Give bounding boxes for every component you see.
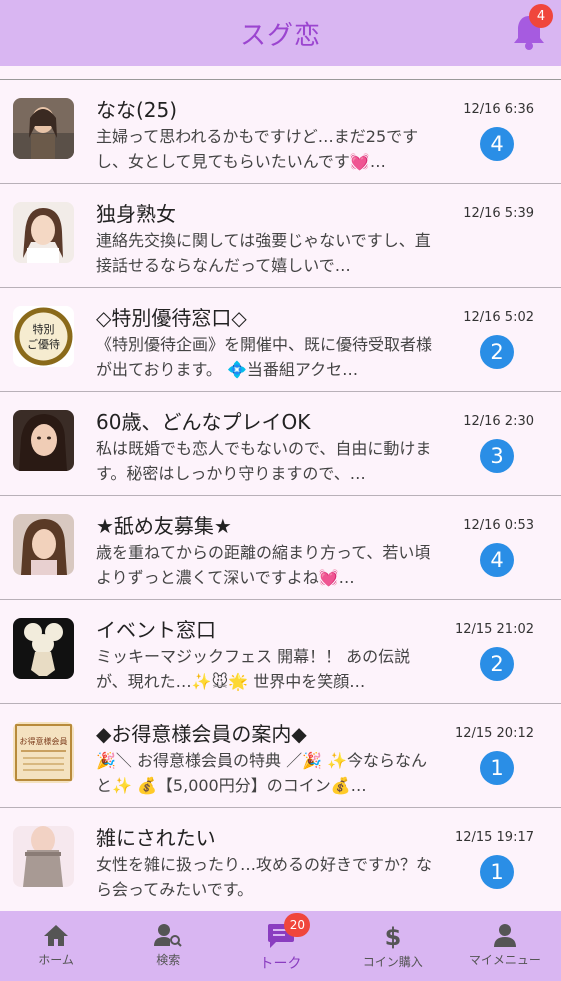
message-preview: 連絡先交換に関しては強要じゃないですし、直接話せるならなんだって嬉しいで…	[96, 231, 431, 275]
message-time: 12/16 0:53	[463, 518, 534, 533]
sender-name: 60歳、どんなプレイOK	[96, 410, 311, 434]
message-preview: 私は既婚でも恋人でもないので、自由に動けます。秘密はしっかり守りますので、…	[96, 439, 432, 483]
sender-name: なな(25)	[96, 98, 178, 122]
sender-name: 独身熟女	[96, 202, 176, 226]
message-time: 12/16 5:39	[463, 206, 534, 221]
woman-photo-avatar	[13, 98, 74, 159]
talk-unread-badge: 20	[284, 913, 311, 937]
unread-count-badge: 4	[480, 543, 514, 577]
tab-label: ホーム	[38, 953, 74, 967]
message-time: 12/15 19:17	[454, 830, 534, 845]
message-row[interactable]: 独身熟女 連絡先交換に関しては強要じゃないですし、直接話せるならなんだって嬉しい…	[0, 184, 561, 288]
message-row[interactable]: 雑にされたい 女性を雑に扱ったり…攻めるの好きですか？なら会ってみたいです。 1…	[0, 808, 561, 911]
tab-coin-purchase[interactable]: $ コイン購入	[337, 911, 449, 981]
message-preview: 🎉＼ お得意様会員の特典 ／🎉 ✨今ならなんと✨ 💰【5,000円分】のコイン💰…	[96, 751, 428, 795]
message-preview: 歳を重ねてからの距離の縮まり方って、若い頃よりずっと濃くて深いですよね💓…	[96, 543, 431, 587]
message-preview: 主婦って思われるかもですけど…まだ25ですし、女として見てもらいたいんです💓…	[96, 127, 419, 171]
unread-count-badge: 4	[480, 127, 514, 161]
svg-text:ご優待: ご優待	[27, 337, 60, 351]
tab-talk[interactable]: 20 トーク	[224, 911, 336, 981]
message-row[interactable]: 60歳、どんなプレイOK 私は既婚でも恋人でもないので、自由に動けます。秘密はし…	[0, 392, 561, 496]
message-preview: ミッキーマジックフェス 開幕！！ あの伝説が、現れた…✨🐭🌟 世界中を笑顔…	[96, 647, 411, 691]
sender-name: イベント窓口	[96, 618, 216, 642]
notification-bell-button[interactable]: 4	[511, 4, 553, 52]
sender-name: ◆お得意様会員の案内◆	[96, 722, 307, 746]
sender-name: 雑にされたい	[96, 826, 216, 850]
message-preview: 《特別優待企画》を開催中、既に優待受取者様が出ております。 💠当番組アクセ…	[96, 335, 433, 379]
message-list[interactable]: なな(25) 主婦って思われるかもですけど…まだ25ですし、女として見てもらいた…	[0, 66, 561, 911]
unread-count-badge: 1	[480, 855, 514, 889]
message-row[interactable]: なな(25) 主婦って思われるかもですけど…まだ25ですし、女として見てもらいた…	[0, 80, 561, 184]
sender-name: ◇特別優待窓口◇	[96, 306, 247, 330]
unread-count-badge: 3	[480, 439, 514, 473]
message-time: 12/16 5:02	[463, 310, 534, 325]
message-row[interactable]: ★舐め友募集★ 歳を重ねてからの距離の縮まり方って、若い頃よりずっと濃くて深いで…	[0, 496, 561, 600]
woman-photo-avatar	[13, 826, 74, 887]
notification-badge: 4	[529, 4, 553, 28]
user-icon	[493, 924, 516, 947]
dollar-icon: $	[384, 923, 401, 949]
tab-label: 検索	[156, 953, 181, 967]
vip-member-card: お得意様会員	[13, 722, 74, 783]
woman-photo-avatar	[13, 202, 74, 263]
unread-count-badge: 2	[480, 335, 514, 369]
special-offer-seal: 特別 ご優待	[13, 306, 74, 367]
message-row[interactable]: お得意様会員 ◆お得意様会員の案内◆ 🎉＼ お得意様会員の特典 ／🎉 ✨今ならな…	[0, 704, 561, 808]
message-time: 12/16 2:30	[463, 414, 534, 429]
app-title: スグ恋	[239, 20, 321, 51]
message-row[interactable]: 特別 ご優待 ◇特別優待窓口◇ 《特別優待企画》を開催中、既に優待受取者様が出て…	[0, 288, 561, 392]
message-preview: 女性を雑に扱ったり…攻めるの好きですか？なら会ってみたいです。	[96, 855, 433, 899]
tab-home[interactable]: ホーム	[0, 911, 112, 981]
tab-label: コイン購入	[362, 955, 423, 969]
home-icon	[44, 925, 69, 946]
app-header: スグ恋 4	[0, 0, 561, 66]
tab-label: トーク	[259, 956, 302, 972]
svg-text:お得意様会員: お得意様会員	[20, 736, 68, 746]
woman-photo-avatar	[13, 514, 74, 575]
unread-count-badge: 2	[480, 647, 514, 681]
message-time: 12/15 21:02	[454, 622, 534, 637]
unread-count-badge: 1	[480, 751, 514, 785]
message-time: 12/16 6:36	[463, 102, 534, 117]
svg-text:特別: 特別	[33, 322, 55, 336]
mickey-figure-avatar	[13, 618, 74, 679]
message-time: 12/15 20:12	[454, 726, 534, 741]
tab-label: マイメニュー	[468, 953, 541, 967]
woman-photo-avatar	[13, 410, 74, 471]
tab-search[interactable]: 検索	[112, 911, 224, 981]
sender-name: ★舐め友募集★	[96, 514, 232, 538]
user-search-icon	[154, 924, 183, 947]
message-row[interactable]: イベント窓口 ミッキーマジックフェス 開幕！！ あの伝説が、現れた…✨🐭🌟 世界…	[0, 600, 561, 704]
bottom-tab-bar: ホーム 検索 20 トーク $ コイン購入 マイメニュー	[0, 911, 561, 981]
tab-my-menu[interactable]: マイメニュー	[449, 911, 561, 981]
svg-text:$: $	[384, 923, 401, 949]
